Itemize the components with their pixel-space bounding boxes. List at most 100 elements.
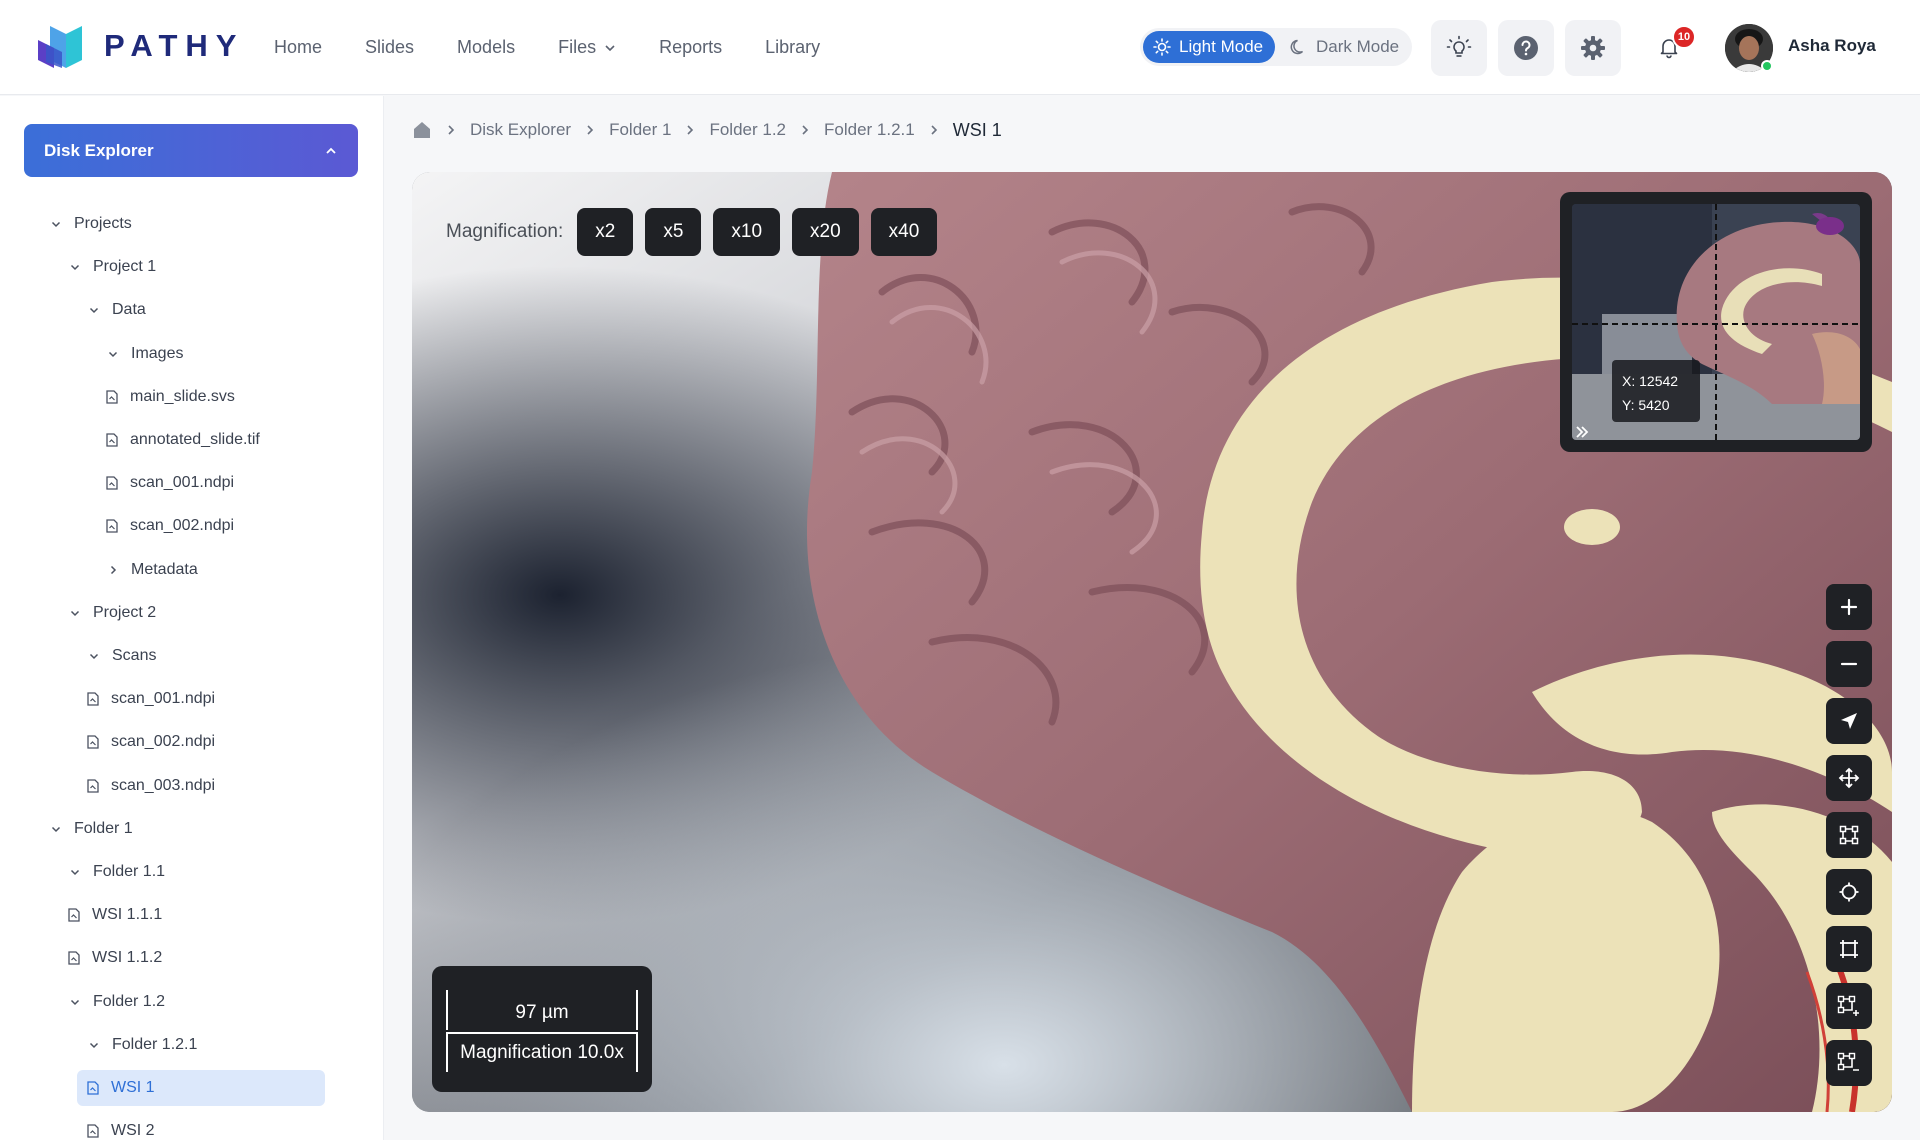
breadcrumb-disk-explorer[interactable]: Disk Explorer: [470, 120, 571, 140]
breadcrumb-folder-1-2[interactable]: Folder 1.2: [709, 120, 786, 140]
nav-label: Files: [558, 37, 597, 57]
tree-file-main-slide-svs[interactable]: main_slide.svs: [106, 379, 235, 415]
rectangle-tool-button[interactable]: [1826, 926, 1872, 972]
nav-label: Slides: [365, 37, 415, 57]
slide-viewer[interactable]: Magnification: x2 x5 x10 x20 x40 X: 1254: [412, 172, 1892, 1112]
nav-models[interactable]: Models: [457, 37, 515, 58]
add-region-button[interactable]: [1826, 983, 1872, 1029]
tree-file-wsi-1-1-2[interactable]: WSI 1.1.2: [68, 940, 162, 976]
chevron-right-icon[interactable]: [105, 564, 121, 576]
nav-library[interactable]: Library: [765, 37, 820, 58]
tree-file-scan-002-ndpi[interactable]: scan_002.ndpi: [87, 724, 215, 760]
minimap-expand-button[interactable]: [1568, 418, 1596, 446]
light-mode-button[interactable]: Light Mode: [1143, 31, 1275, 63]
navigate-icon: [1841, 713, 1857, 729]
magnification-x5-button[interactable]: x5: [645, 208, 702, 256]
minimap-x-coordinate: X: 12542: [1622, 373, 1679, 389]
magnification-x10-button[interactable]: x10: [713, 208, 781, 256]
tree-item-label: Folder 1: [74, 820, 133, 837]
tree-item-label: Projects: [74, 215, 132, 232]
tree-folder-folder-1[interactable]: Folder 1: [48, 811, 133, 847]
tree-item-label: WSI 1.1.2: [92, 949, 163, 966]
lightbulb-icon: [1446, 35, 1472, 57]
nav-home[interactable]: Home: [274, 37, 322, 58]
pan-button[interactable]: [1826, 755, 1872, 801]
dark-mode-label: Dark Mode: [1316, 37, 1400, 56]
tree-item-label: scan_003.ndpi: [111, 777, 216, 794]
disk-explorer-header[interactable]: Disk Explorer: [24, 124, 358, 177]
breadcrumb-folder-1-2-1[interactable]: Folder 1.2.1: [824, 120, 915, 140]
tree-item-label: Data: [112, 301, 146, 318]
chevron-down-icon[interactable]: [105, 348, 121, 360]
disk-explorer-title: Disk Explorer: [44, 140, 154, 160]
tree-folder-projects[interactable]: Projects: [48, 206, 132, 242]
tree-file-scan-003-ndpi[interactable]: scan_003.ndpi: [87, 768, 215, 804]
chevron-down-icon[interactable]: [86, 304, 102, 316]
tree-folder-images[interactable]: Images: [105, 336, 183, 372]
magnification-x40-button[interactable]: x40: [870, 208, 938, 256]
chevron-down-icon[interactable]: [67, 607, 83, 619]
tree-file-wsi-1-1-1[interactable]: WSI 1.1.1: [68, 897, 162, 933]
tree-folder-metadata[interactable]: Metadata: [105, 552, 198, 588]
chevron-down-icon[interactable]: [48, 823, 64, 835]
main-nav: Home Slides Models Files Reports Library: [274, 0, 863, 95]
chevron-down-icon[interactable]: [67, 996, 83, 1008]
tree-file-wsi-2[interactable]: WSI 2: [87, 1113, 155, 1140]
polygon-tool-button[interactable]: [1826, 812, 1872, 858]
tree-file-scan-001-ndpi[interactable]: scan_001.ndpi: [87, 681, 215, 717]
chevron-down-icon[interactable]: [48, 218, 64, 230]
home-icon[interactable]: [412, 120, 432, 140]
tree-folder-folder-1-1[interactable]: Folder 1.1: [67, 854, 165, 890]
magnification-x20-button[interactable]: x20: [792, 208, 859, 256]
moon-icon: [1290, 39, 1304, 55]
tree-folder-scans[interactable]: Scans: [86, 638, 156, 674]
tree-folder-folder-1-2-1[interactable]: Folder 1.2.1: [86, 1027, 197, 1063]
tree-file-wsi-1[interactable]: WSI 1: [77, 1070, 325, 1106]
file-icon: [87, 735, 101, 749]
lightbulb-button[interactable]: [1431, 20, 1487, 76]
file-icon: [106, 476, 120, 490]
breadcrumb-folder-1[interactable]: Folder 1: [609, 120, 671, 140]
tree-file-scan-002-ndpi[interactable]: scan_002.ndpi: [106, 508, 234, 544]
sun-icon: [1153, 38, 1171, 56]
chevron-down-icon: [605, 44, 615, 51]
chevron-down-icon[interactable]: [67, 261, 83, 273]
brand-name[interactable]: PATHY: [104, 28, 244, 64]
zoom-out-button[interactable]: [1826, 641, 1872, 687]
nav-files[interactable]: Files: [558, 37, 616, 58]
chevron-right-icon: [685, 124, 695, 136]
tree-file-annotated-slide-tif[interactable]: annotated_slide.tif: [106, 422, 260, 458]
pathy-logo-icon[interactable]: [36, 22, 86, 72]
magnification-x2-button[interactable]: x2: [577, 208, 634, 256]
tree-item-label: Metadata: [131, 561, 198, 578]
tree-file-scan-001-ndpi[interactable]: scan_001.ndpi: [106, 465, 234, 501]
zoom-in-button[interactable]: [1826, 584, 1872, 630]
remove-region-button[interactable]: [1826, 1040, 1872, 1086]
tree-item-label: Folder 1.2.1: [112, 1036, 198, 1053]
file-icon: [106, 433, 120, 447]
minimap[interactable]: [1560, 192, 1872, 452]
tree-item-label: annotated_slide.tif: [130, 431, 260, 448]
help-button[interactable]: [1498, 20, 1554, 76]
point-tool-button[interactable]: [1826, 869, 1872, 915]
settings-button[interactable]: [1565, 20, 1621, 76]
minimap-y-coordinate: Y: 5420: [1622, 397, 1670, 413]
nav-reports[interactable]: Reports: [659, 37, 722, 58]
navigate-button[interactable]: [1826, 698, 1872, 744]
tree-folder-project-2[interactable]: Project 2: [67, 595, 156, 631]
tree-folder-project-1[interactable]: Project 1: [67, 249, 156, 285]
tree-item-label: Scans: [112, 647, 157, 664]
chevron-up-icon: [326, 147, 336, 154]
tree-folder-data[interactable]: Data: [86, 292, 146, 328]
chevron-down-icon[interactable]: [86, 650, 102, 662]
nav-slides[interactable]: Slides: [365, 37, 414, 58]
dark-mode-button[interactable]: Dark Mode: [1280, 31, 1410, 63]
tree-item-label: WSI 2: [111, 1122, 155, 1139]
theme-mode-toggle: Light Mode Dark Mode: [1140, 28, 1412, 66]
chevron-down-icon[interactable]: [67, 866, 83, 878]
user-name[interactable]: Asha Roya: [1788, 36, 1876, 56]
tree-folder-folder-1-2[interactable]: Folder 1.2: [67, 984, 165, 1020]
file-icon: [106, 390, 120, 404]
chevron-down-icon[interactable]: [86, 1039, 102, 1051]
chevron-right-icon: [800, 124, 810, 136]
